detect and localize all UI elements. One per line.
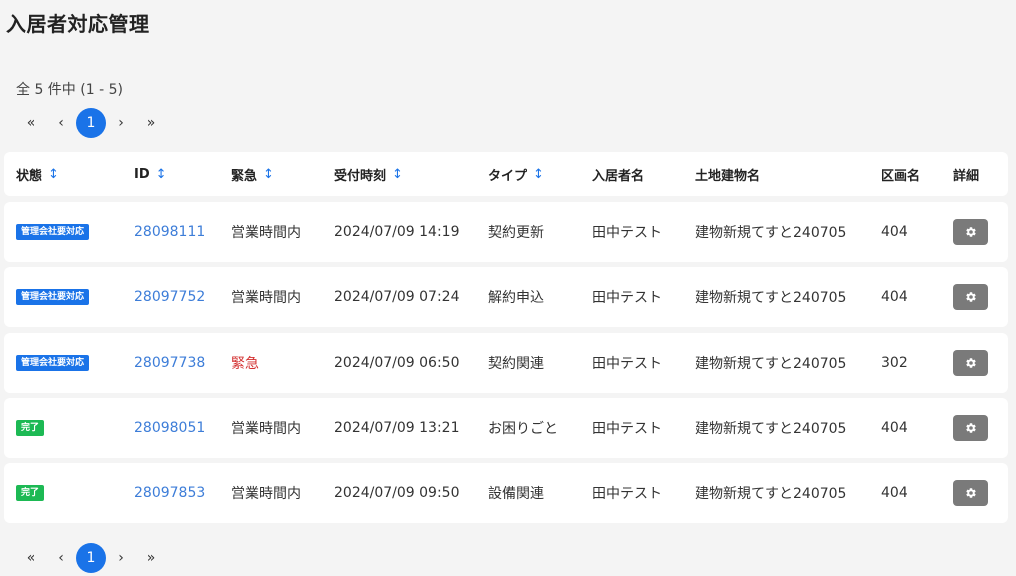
record-id-link[interactable]: 28097738 — [134, 355, 205, 371]
urgency-text: 営業時間内 — [231, 420, 301, 437]
page-1-button[interactable]: 1 — [76, 543, 106, 573]
prev-page-button[interactable]: ‹ — [46, 108, 76, 138]
prev-page-button[interactable]: ‹ — [46, 543, 76, 573]
type-text: お困りごと — [488, 420, 558, 437]
next-page-button[interactable]: › — [106, 543, 136, 573]
building-name: 建物新規てすと240705 — [695, 420, 847, 437]
resident-name: 田中テスト — [592, 225, 662, 241]
sort-icon[interactable]: ↕ — [392, 167, 403, 182]
result-count: 全 5 件中 (1 - 5) — [16, 82, 123, 98]
record-id-link[interactable]: 28098051 — [134, 420, 205, 436]
pagination-top: « ‹ 1 › » — [16, 108, 166, 138]
status-badge: 完了 — [16, 419, 45, 436]
detail-button[interactable] — [953, 414, 988, 441]
status-badge: 完了 — [16, 485, 45, 502]
last-page-button[interactable]: » — [136, 108, 166, 138]
resident-name: 田中テスト — [592, 290, 662, 307]
received-time: 2024/07/09 14:19 — [334, 224, 460, 240]
table-row: 管理会社要対応 28097738 緊急 2024/07/09 06:50 契約関… — [4, 332, 1008, 393]
table-header: 状態 ↕ ID ↕ 緊急 ↕ 受付時刻 ↕ タイプ ↕ 入居者名 土地建物名 区画名 詳細 — [4, 152, 1008, 196]
resident-name: 田中テスト — [592, 486, 662, 503]
table-row: 管理会社要対応 28097752 営業時間内 2024/07/09 07:24 … — [4, 267, 1008, 328]
type-text: 解約申込 — [488, 290, 544, 307]
record-id-link[interactable]: 28097853 — [134, 485, 205, 501]
section-name: 404 — [881, 289, 908, 306]
col-section-header: 区画名 — [881, 168, 921, 184]
building-name: 建物新規てすと240705 — [695, 290, 847, 307]
detail-button[interactable] — [953, 219, 988, 245]
section-name: 404 — [881, 419, 908, 436]
sort-icon[interactable]: ↕ — [533, 167, 544, 182]
received-time: 2024/07/09 06:50 — [334, 354, 460, 371]
building-name: 建物新規てすと240705 — [695, 225, 847, 241]
building-name: 建物新規てすと240705 — [695, 355, 847, 372]
urgency-text: 営業時間内 — [231, 486, 301, 503]
sort-icon[interactable]: ↕ — [263, 167, 274, 182]
table-row: 管理会社要対応 28098111 営業時間内 2024/07/09 14:19 … — [4, 202, 1008, 262]
record-id-link[interactable]: 28097752 — [134, 289, 205, 305]
gear-icon — [965, 423, 976, 433]
detail-button[interactable] — [953, 349, 988, 376]
gear-icon — [965, 488, 976, 498]
sort-icon[interactable]: ↕ — [156, 167, 167, 182]
record-id-link[interactable]: 28098111 — [134, 224, 205, 240]
resident-name: 田中テスト — [592, 420, 662, 437]
status-badge: 管理会社要対応 — [16, 354, 90, 371]
col-id-header[interactable]: ID ↕ — [134, 152, 167, 196]
section-name: 404 — [881, 224, 908, 240]
col-detail-header: 詳細 — [953, 168, 980, 184]
detail-button[interactable] — [953, 480, 988, 507]
pagination-bottom: « ‹ 1 › » — [16, 543, 166, 573]
gear-icon — [965, 357, 976, 368]
received-time: 2024/07/09 09:50 — [334, 485, 460, 502]
col-status-header[interactable]: 状態 ↕ — [16, 152, 59, 196]
urgency-text: 営業時間内 — [231, 225, 301, 241]
last-page-button[interactable]: » — [136, 543, 166, 573]
col-building-header: 土地建物名 — [695, 168, 761, 184]
received-time: 2024/07/09 07:24 — [334, 289, 460, 306]
building-name: 建物新規てすと240705 — [695, 486, 847, 503]
type-text: 契約関連 — [488, 355, 544, 372]
first-page-button[interactable]: « — [16, 543, 46, 573]
col-received-header[interactable]: 受付時刻 ↕ — [334, 152, 403, 196]
col-type-header[interactable]: タイプ ↕ — [488, 152, 544, 196]
urgency-text: 営業時間内 — [231, 290, 301, 307]
first-page-button[interactable]: « — [16, 108, 46, 138]
resident-name: 田中テスト — [592, 355, 662, 372]
page-1-button[interactable]: 1 — [76, 108, 106, 138]
next-page-button[interactable]: › — [106, 108, 136, 138]
status-badge: 管理会社要対応 — [16, 289, 90, 306]
gear-icon — [965, 292, 976, 303]
page-title: 入居者対応管理 — [6, 12, 150, 36]
section-name: 404 — [881, 485, 908, 502]
gear-icon — [965, 227, 976, 237]
status-badge: 管理会社要対応 — [16, 224, 90, 240]
col-urgent-header[interactable]: 緊急 ↕ — [231, 152, 274, 196]
type-text: 設備関連 — [488, 486, 544, 503]
sort-icon[interactable]: ↕ — [48, 167, 59, 182]
received-time: 2024/07/09 13:21 — [334, 419, 460, 436]
col-resident-header: 入居者名 — [592, 168, 645, 184]
type-text: 契約更新 — [488, 225, 544, 241]
table-row: 完了 28097853 営業時間内 2024/07/09 09:50 設備関連 … — [4, 463, 1008, 524]
detail-button[interactable] — [953, 284, 988, 311]
table-row: 完了 28098051 営業時間内 2024/07/09 13:21 お困りごと… — [4, 397, 1008, 458]
section-name: 302 — [881, 354, 908, 371]
urgency-text: 緊急 — [231, 355, 259, 372]
